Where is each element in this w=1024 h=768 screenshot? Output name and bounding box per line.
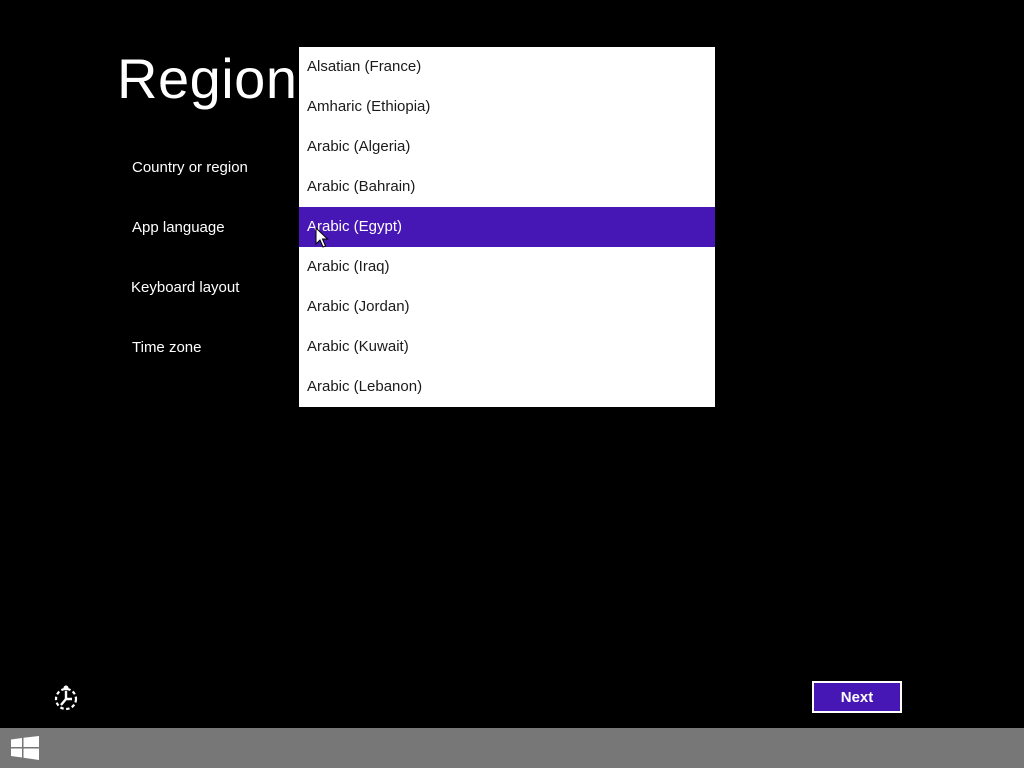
time-zone-label[interactable]: Time zone [132, 338, 201, 358]
page-title: Region [117, 47, 298, 110]
windows-start-icon[interactable] [11, 736, 39, 760]
ease-of-access-icon[interactable] [52, 684, 80, 712]
keyboard-layout-label[interactable]: Keyboard layout [131, 278, 239, 298]
app-language-label[interactable]: App language [132, 218, 225, 238]
dropdown-option[interactable]: Arabic (Lebanon) [299, 367, 715, 407]
dropdown-option[interactable]: Amharic (Ethiopia) [299, 87, 715, 127]
country-dropdown-list[interactable]: Alsatian (France) Amharic (Ethiopia) Ara… [299, 47, 715, 407]
dropdown-option[interactable]: Alsatian (France) [299, 47, 715, 87]
dropdown-option[interactable]: Arabic (Iraq) [299, 247, 715, 287]
dropdown-option[interactable]: Arabic (Kuwait) [299, 327, 715, 367]
taskbar [0, 728, 1024, 768]
mouse-cursor-icon [315, 227, 329, 248]
dropdown-option[interactable]: Arabic (Bahrain) [299, 167, 715, 207]
next-button[interactable]: Next [812, 681, 902, 713]
dropdown-option[interactable]: Arabic (Jordan) [299, 287, 715, 327]
dropdown-option[interactable]: Arabic (Algeria) [299, 127, 715, 167]
country-or-region-label[interactable]: Country or region [132, 158, 248, 178]
setup-screen: Region Country or region App language Ke… [0, 0, 1024, 768]
dropdown-option-selected[interactable]: Arabic (Egypt) [299, 207, 715, 247]
